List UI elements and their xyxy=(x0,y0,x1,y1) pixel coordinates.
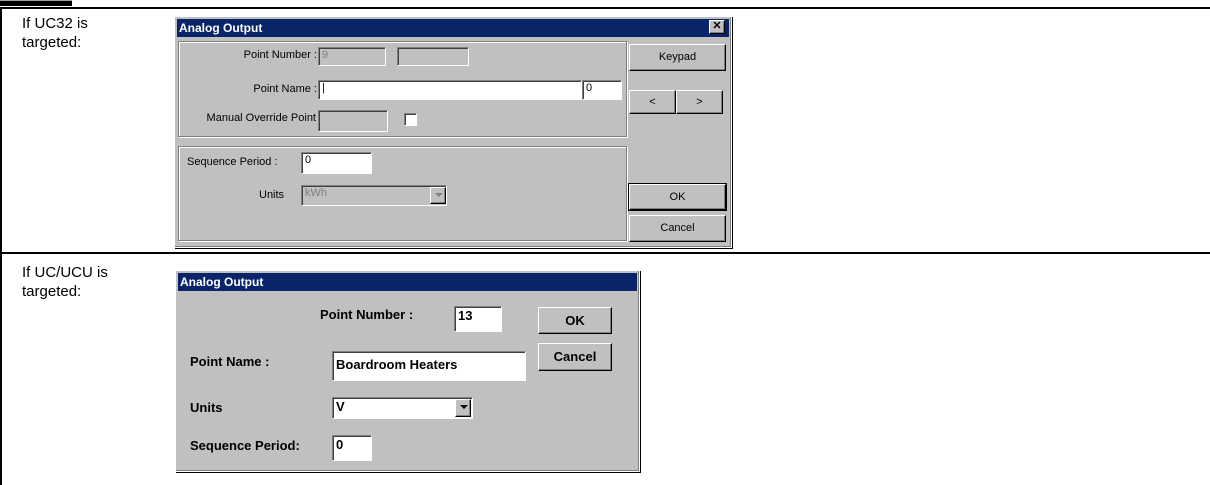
units-dropdown: kWh xyxy=(301,185,447,206)
point-name-length-field: 0 xyxy=(582,80,622,100)
point-number-extra-field xyxy=(397,47,469,66)
sequence-period-input[interactable]: 0 xyxy=(332,435,372,461)
point-number-input[interactable]: 13 xyxy=(454,306,502,332)
point-number-field: 9 xyxy=(318,47,386,66)
close-icon: ✕ xyxy=(712,20,722,32)
point-name-input[interactable]: Boardroom Heaters xyxy=(332,351,526,381)
units-dropdown[interactable]: V xyxy=(332,397,473,419)
previous-button[interactable]: < xyxy=(629,90,676,114)
point-number-label: Point Number : xyxy=(243,49,317,61)
dialog-title-bar[interactable]: Analog Output xyxy=(178,273,637,291)
sequence-period-input[interactable]: 0 xyxy=(301,152,372,174)
row1-label: If UC32 is targeted: xyxy=(22,15,88,51)
units-dropdown-button xyxy=(430,187,446,204)
next-button[interactable]: > xyxy=(676,90,723,114)
cancel-button[interactable]: Cancel xyxy=(538,343,612,371)
table-row-separator xyxy=(0,252,1210,254)
dialog-title: Analog Output xyxy=(179,21,263,35)
chevron-down-icon xyxy=(460,405,468,409)
keypad-button[interactable]: Keypad xyxy=(629,44,726,71)
ok-button[interactable]: OK xyxy=(628,183,727,211)
units-label: Units xyxy=(259,189,285,201)
units-label: Units xyxy=(190,400,223,415)
analog-output-dialog-uc32: Analog Output ✕ Point Number : 9 Point N… xyxy=(174,16,732,248)
sequence-period-label: Sequence Period : xyxy=(187,156,278,168)
units-dropdown-button[interactable] xyxy=(455,399,471,417)
manual-override-checkbox[interactable] xyxy=(404,113,417,126)
ok-button[interactable]: OK xyxy=(538,307,612,334)
point-name-input[interactable]: | xyxy=(318,80,582,100)
sequence-period-label: Sequence Period: xyxy=(190,438,300,453)
chevron-down-icon xyxy=(435,193,443,197)
point-number-label: Point Number : xyxy=(320,307,414,322)
point-name-label: Point Name : xyxy=(253,83,317,95)
manual-override-field xyxy=(318,110,388,132)
dialog-title: Analog Output xyxy=(180,275,264,289)
close-button[interactable]: ✕ xyxy=(709,20,725,34)
dialog-title-bar[interactable]: Analog Output xyxy=(177,19,729,37)
analog-output-dialog-uc-ucu: Analog Output Point Number : 13 OK Cance… xyxy=(175,270,640,472)
row2-label: If UC/UCU is targeted: xyxy=(22,264,108,300)
point-name-label: Point Name : xyxy=(190,354,270,369)
manual-override-label: Manual Override Point xyxy=(206,112,316,124)
cancel-button[interactable]: Cancel xyxy=(629,215,726,242)
